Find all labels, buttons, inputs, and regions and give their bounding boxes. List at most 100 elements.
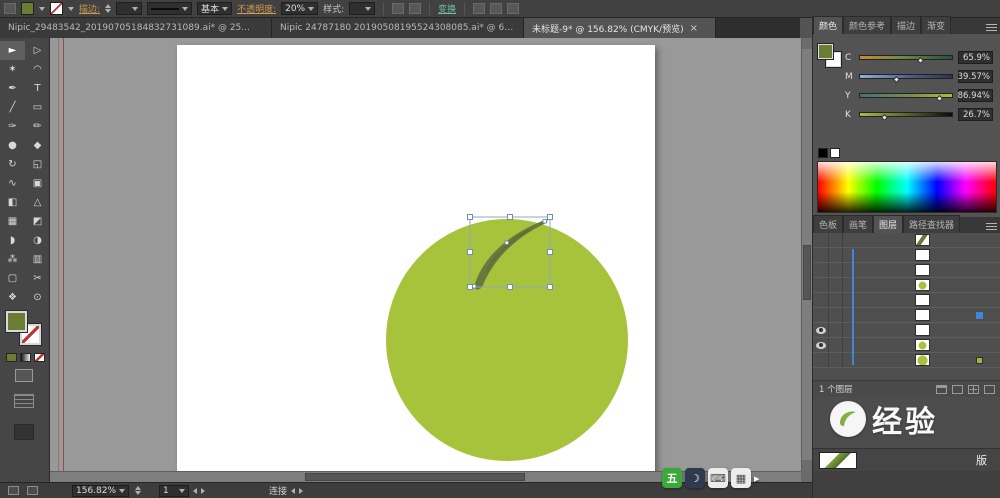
tab-gradient[interactable]: 渐变	[921, 16, 951, 34]
eyedropper-tool[interactable]: ◗	[0, 231, 25, 250]
none-button[interactable]	[34, 353, 45, 362]
layer-row[interactable]	[813, 293, 1000, 308]
slider-thumb[interactable]	[936, 95, 943, 102]
ime-moon-icon[interactable]: ☽	[685, 468, 705, 488]
rotate-tool[interactable]: ↻	[0, 155, 25, 174]
layer-row[interactable]	[813, 233, 1000, 248]
canvas-area[interactable]	[50, 38, 812, 482]
tab-swatches[interactable]: 色板	[813, 215, 843, 233]
prev-artboard-button[interactable]	[193, 488, 197, 494]
ime-tools-icon[interactable]: ▦	[731, 468, 751, 488]
width-tool[interactable]: ∿	[0, 174, 25, 193]
perspective-grid-tool[interactable]: △	[25, 193, 50, 212]
lock-cell[interactable]	[829, 248, 843, 262]
scale-tool[interactable]: ◱	[25, 155, 50, 174]
tab-layers[interactable]: 图层	[873, 215, 903, 233]
blob-brush-tool[interactable]: ●	[0, 136, 25, 155]
next-artboard-button[interactable]	[201, 488, 205, 494]
scroll-up-icon[interactable]	[802, 38, 812, 49]
new-sublayer-icon[interactable]	[952, 385, 963, 394]
tab-brushes[interactable]: 画笔	[843, 215, 873, 233]
stroke-weight-dropdown[interactable]	[116, 2, 142, 15]
lock-cell[interactable]	[829, 293, 843, 307]
layer-row[interactable]	[813, 248, 1000, 263]
magenta-slider[interactable]	[859, 74, 953, 79]
color-button[interactable]	[6, 353, 17, 362]
ime-keyboard-icon[interactable]: ⌨	[708, 468, 728, 488]
ime-expand-icon[interactable]: ▸	[754, 472, 760, 485]
slider-thumb[interactable]	[881, 114, 888, 121]
zoom-stepper[interactable]	[135, 486, 141, 495]
gradient-button[interactable]	[20, 353, 31, 362]
type-tool[interactable]: T	[25, 79, 50, 98]
tab-stroke[interactable]: 描边	[891, 16, 921, 34]
black-slider[interactable]	[859, 112, 953, 117]
color-spectrum[interactable]	[817, 161, 997, 213]
brush-definition-dropdown[interactable]: 基本	[197, 2, 232, 15]
close-tab-icon[interactable]: ×	[690, 23, 698, 34]
isolate-icon[interactable]	[507, 3, 519, 14]
slider-thumb[interactable]	[917, 57, 924, 64]
cyan-slider[interactable]	[859, 55, 953, 60]
artboard-tool[interactable]: ▢	[0, 269, 25, 288]
blend-tool[interactable]: ◑	[25, 231, 50, 250]
mesh-tool[interactable]: ▦	[0, 212, 25, 231]
document-tab-1[interactable]: Nipic_29483542_20190705184832731089.ai* …	[0, 18, 272, 38]
lock-cell[interactable]	[829, 338, 843, 352]
status-icon-1[interactable]	[8, 486, 19, 495]
layer-row[interactable]	[813, 263, 1000, 278]
toolbar-footer-icon[interactable]	[14, 424, 34, 440]
new-layer-icon[interactable]	[968, 385, 979, 394]
panel-menu-icon[interactable]	[986, 24, 997, 31]
preferences-icon[interactable]	[409, 3, 421, 14]
pathfinder-panel-icon[interactable]	[490, 3, 502, 14]
visibility-eye-icon[interactable]	[816, 342, 826, 349]
lock-cell[interactable]	[829, 353, 843, 367]
transform-link[interactable]: 变换	[438, 2, 456, 15]
layer-thumbnail[interactable]	[915, 354, 930, 366]
selection-tool[interactable]: ►	[0, 41, 25, 60]
screen-mode-button[interactable]	[14, 394, 34, 408]
opacity-dropdown[interactable]: 20%	[281, 2, 318, 15]
paintbrush-tool[interactable]: ✑	[0, 117, 25, 136]
panel-fill-swatch[interactable]	[818, 44, 833, 59]
artboard-number-select[interactable]: 1	[159, 485, 189, 497]
line-segment-tool[interactable]: ╱	[0, 98, 25, 117]
ime-wubi-key[interactable]: 五	[662, 468, 682, 488]
symbol-sprayer-tool[interactable]: ⁂	[0, 250, 25, 269]
fill-color-swatch[interactable]	[21, 2, 34, 15]
magenta-value-field[interactable]: 39.57%	[958, 70, 993, 83]
layer-thumbnail[interactable]	[915, 324, 930, 336]
align-panel-icon[interactable]	[473, 3, 485, 14]
layer-row[interactable]	[813, 353, 1000, 368]
slice-tool[interactable]: ✂	[25, 269, 50, 288]
style-dropdown[interactable]	[349, 2, 375, 15]
layer-thumbnail[interactable]	[915, 279, 930, 291]
black-chip[interactable]	[818, 148, 828, 158]
lock-cell[interactable]	[829, 323, 843, 337]
pencil-tool[interactable]: ✏	[25, 117, 50, 136]
status-icon-2[interactable]	[27, 486, 38, 495]
stroke-color-swatch[interactable]	[50, 2, 63, 15]
layer-thumbnail[interactable]	[915, 294, 930, 306]
delete-layer-icon[interactable]	[984, 385, 995, 394]
horizontal-scroll-thumb[interactable]	[305, 473, 525, 481]
magic-wand-tool[interactable]: ✶	[0, 60, 25, 79]
variable-width-dropdown[interactable]	[147, 2, 192, 15]
lock-cell[interactable]	[829, 278, 843, 292]
tab-color[interactable]: 颜色	[813, 16, 843, 34]
opacity-link[interactable]: 不透明度:	[237, 2, 276, 15]
layer-thumbnail[interactable]	[915, 309, 930, 321]
zoom-tool[interactable]: ⊙	[25, 288, 50, 307]
document-setup-icon[interactable]	[392, 3, 404, 14]
document-tab-active[interactable]: 未标题-9* @ 156.82% (CMYK/预览) ×	[524, 18, 716, 38]
layer-thumbnail[interactable]	[915, 339, 930, 351]
slider-thumb[interactable]	[893, 76, 900, 83]
status-next-icon[interactable]	[299, 488, 303, 494]
shape-builder-tool[interactable]: ◧	[0, 193, 25, 212]
column-graph-tool[interactable]: ▥	[25, 250, 50, 269]
status-prev-icon[interactable]	[291, 488, 295, 494]
stroke-weight-stepper[interactable]	[105, 4, 111, 13]
layer-row[interactable]	[813, 278, 1000, 293]
hand-tool[interactable]: ❖	[0, 288, 25, 307]
